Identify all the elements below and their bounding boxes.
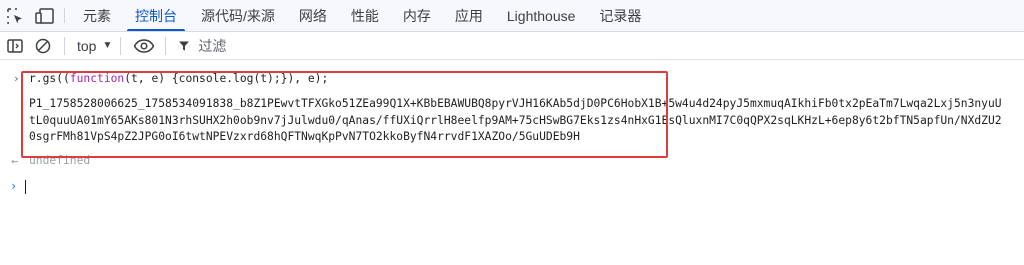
devtools-tab-bar: 元素 控制台 源代码/来源 网络 性能 内存 应用 Lighthouse 记录器 xyxy=(0,0,1024,32)
console-log-output: P1_1758528006625_1758534091838_b8Z1PEwvt… xyxy=(29,96,1024,146)
console-toolbar: top ▼ 过滤 xyxy=(0,32,1024,60)
sidebar-toggle-icon[interactable] xyxy=(2,33,28,59)
divider xyxy=(64,8,65,23)
tab-memory[interactable]: 内存 xyxy=(391,0,443,31)
inspect-element-icon[interactable] xyxy=(0,0,30,32)
context-selector[interactable]: top ▼ xyxy=(77,38,112,54)
divider xyxy=(120,36,122,55)
divider xyxy=(64,36,65,55)
device-toolbar-icon[interactable] xyxy=(30,0,60,32)
log-line: 0sgrFMh81VpS4pZ2JPG0oI6twtNPEVzxrd68hQFT… xyxy=(29,130,580,143)
console-input-entry: r.gs((function(t, e) {console.log(t);}),… xyxy=(29,72,328,85)
tab-application[interactable]: 应用 xyxy=(443,0,495,31)
console-output-area[interactable]: › r.gs((function(t, e) {console.log(t);}… xyxy=(0,60,1024,265)
tab-network[interactable]: 网络 xyxy=(287,0,339,31)
prompt-chevron-icon: › xyxy=(10,179,18,193)
filter-input[interactable]: 过滤 xyxy=(178,36,226,56)
tab-performance[interactable]: 性能 xyxy=(339,0,391,31)
log-line: P1_1758528006625_1758534091838_b8Z1PEwvt… xyxy=(29,97,1002,110)
divider xyxy=(165,36,167,55)
tab-console[interactable]: 控制台 xyxy=(123,0,189,31)
input-code-prefix: r.gs(( xyxy=(29,72,70,85)
filter-placeholder: 过滤 xyxy=(198,37,227,54)
console-input-cursor[interactable] xyxy=(25,180,26,194)
input-code-rest: (t, e) {console.log(t);}), e); xyxy=(124,72,329,85)
context-label: top xyxy=(77,37,97,54)
return-value: undefined xyxy=(29,154,91,167)
return-arrow-icon: ← xyxy=(11,154,19,168)
clear-console-icon[interactable] xyxy=(30,33,56,59)
panel-tabs: 元素 控制台 源代码/来源 网络 性能 内存 应用 Lighthouse 记录器 xyxy=(71,0,653,31)
filter-icon xyxy=(178,40,190,52)
chevron-down-icon: ▼ xyxy=(102,40,113,51)
tab-sources[interactable]: 源代码/来源 xyxy=(189,0,287,31)
tab-recorder[interactable]: 记录器 xyxy=(587,0,653,31)
log-line: tL0quuUA01mY65AKs801N3rhSUHX2h0ob9nv7jJu… xyxy=(29,113,1002,127)
live-expression-eye-icon[interactable] xyxy=(131,33,157,59)
tab-elements[interactable]: 元素 xyxy=(71,0,123,31)
input-code-keyword: function xyxy=(69,72,125,85)
input-prompt-chevron-icon: › xyxy=(13,72,20,85)
tab-lighthouse[interactable]: Lighthouse xyxy=(495,0,588,31)
